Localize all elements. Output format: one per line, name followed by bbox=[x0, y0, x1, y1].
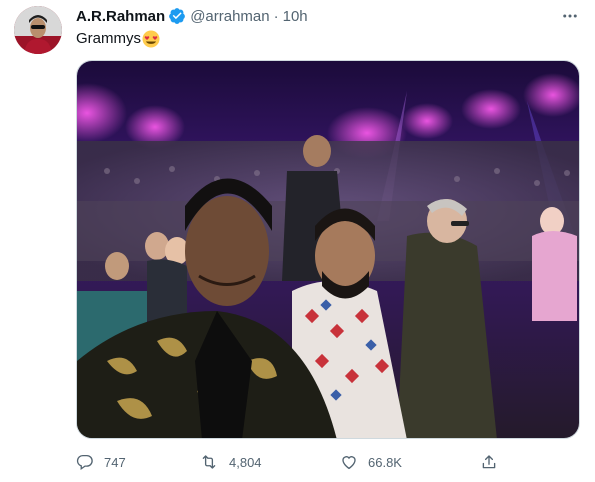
share-button[interactable] bbox=[480, 450, 498, 474]
reply-button[interactable]: 747 bbox=[76, 450, 126, 474]
like-count: 66.8K bbox=[368, 454, 402, 470]
author-avatar[interactable] bbox=[14, 6, 62, 54]
author-handle[interactable]: @arrahman bbox=[190, 8, 269, 25]
tweet-timestamp[interactable]: 10h bbox=[283, 8, 308, 25]
retweet-icon bbox=[199, 453, 219, 471]
separator-dot: · bbox=[273, 7, 279, 25]
reply-count: 747 bbox=[104, 454, 126, 470]
selfie-photo-image bbox=[77, 61, 579, 438]
retweet-button[interactable]: 4,804 bbox=[199, 450, 262, 474]
share-icon bbox=[480, 453, 498, 471]
author-name[interactable]: A.R.Rahman bbox=[76, 8, 165, 25]
tweet-card: A.R.Rahman @arrahman · 10h Grammys 747 4… bbox=[0, 0, 595, 482]
tweet-actions: 747 4,804 66.8K bbox=[76, 450, 506, 474]
tweet-text-content: Grammys bbox=[76, 30, 141, 47]
retweet-count: 4,804 bbox=[229, 454, 262, 470]
reply-icon bbox=[76, 453, 94, 471]
avatar-image bbox=[14, 6, 62, 54]
tweet-photo[interactable] bbox=[76, 60, 580, 439]
like-button[interactable]: 66.8K bbox=[340, 450, 402, 474]
heart-eyes-emoji-icon bbox=[142, 30, 160, 48]
heart-icon bbox=[340, 453, 358, 471]
verified-badge-icon bbox=[168, 7, 186, 25]
tweet-text: Grammys bbox=[76, 29, 160, 49]
more-options-icon[interactable] bbox=[559, 6, 581, 26]
tweet-header: A.R.Rahman @arrahman · 10h bbox=[76, 6, 308, 26]
